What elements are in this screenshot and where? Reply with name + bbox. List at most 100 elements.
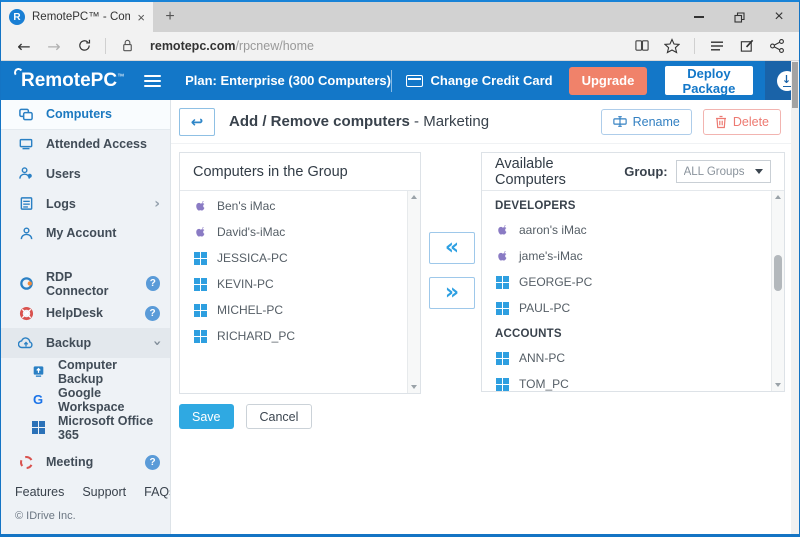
remotepc-logo[interactable]: RemotePC™ <box>15 70 124 92</box>
scroll-down-icon[interactable] <box>411 385 417 389</box>
list-scrollbar[interactable] <box>407 191 420 393</box>
google-workspace-icon <box>29 392 47 407</box>
url-host: remotepc.com <box>150 39 235 53</box>
transfer-buttons <box>429 152 475 394</box>
plan-info: Plan: Enterprise (300 Computers) <box>185 73 391 88</box>
web-note-button[interactable] <box>735 37 759 55</box>
help-icon[interactable] <box>145 455 160 470</box>
browser-window: RemotePC™ - Compute remotepc.com/rpcnew/… <box>0 0 800 537</box>
computer-name: Ben's iMac <box>217 199 275 213</box>
attended-access-icon <box>17 137 35 151</box>
computer-list-item[interactable]: Ben's iMac <box>180 193 407 219</box>
sidebar-item-meeting[interactable]: Meeting <box>1 447 170 477</box>
computer-group-header: ACCOUNTS <box>482 321 771 345</box>
available-computers-panel: Available Computers Group: ALL Groups DE… <box>481 152 785 392</box>
scrollbar-thumb[interactable] <box>774 255 782 291</box>
refresh-button[interactable] <box>71 37 97 55</box>
hub-button[interactable] <box>705 37 729 55</box>
computer-list-item[interactable]: jame's-iMac <box>482 243 771 269</box>
page-scrollbar-thumb[interactable] <box>792 62 798 108</box>
computer-list-item[interactable]: TOM_PC <box>482 371 771 391</box>
change-credit-card-button[interactable]: Change Credit Card <box>406 73 553 88</box>
computer-name: GEORGE-PC <box>519 275 592 289</box>
meeting-icon <box>17 456 35 469</box>
sidebar-item-attended-access[interactable]: Attended Access <box>1 130 170 160</box>
computer-list-item[interactable]: JESSICA-PC <box>180 245 407 271</box>
computer-list-item[interactable]: GEORGE-PC <box>482 269 771 295</box>
move-to-group-button[interactable] <box>429 232 475 264</box>
chevron-down-icon <box>150 340 164 346</box>
browser-back-button[interactable] <box>11 37 37 56</box>
close-button[interactable] <box>759 2 799 32</box>
menu-hamburger-icon[interactable] <box>144 75 161 87</box>
page-scrollbar[interactable] <box>791 61 799 534</box>
help-icon[interactable] <box>146 276 160 291</box>
rename-button[interactable]: Rename <box>601 109 692 135</box>
scroll-up-icon[interactable] <box>411 195 417 199</box>
panel-title: Available Computers <box>495 156 610 188</box>
toolbar-divider <box>694 38 695 54</box>
address-bar[interactable]: remotepc.com/rpcnew/home <box>150 39 314 53</box>
remove-from-group-button[interactable] <box>429 277 475 309</box>
favorites-button[interactable] <box>660 37 684 55</box>
computer-list-item[interactable]: RICHARD_PC <box>180 323 407 349</box>
delete-button[interactable]: Delete <box>703 109 781 135</box>
computer-name: jame's-iMac <box>519 249 583 263</box>
cancel-button[interactable]: Cancel <box>246 404 313 429</box>
sidebar-item-rdp-connector[interactable]: RDP Connector <box>1 269 170 299</box>
sidebar-item-computers[interactable]: Computers <box>1 100 170 130</box>
computer-name: JESSICA-PC <box>217 251 288 265</box>
support-link[interactable]: Support <box>82 485 126 499</box>
computer-list-item[interactable]: ANN-PC <box>482 345 771 371</box>
computer-list-item[interactable]: aaron's iMac <box>482 217 771 243</box>
tab-title: RemotePC™ - Compute <box>32 11 130 23</box>
browser-forward-button[interactable] <box>41 37 67 56</box>
new-tab-button[interactable] <box>153 2 187 32</box>
browser-tab[interactable]: RemotePC™ - Compute <box>1 2 153 32</box>
reading-view-button[interactable] <box>630 37 654 55</box>
rdp-connector-icon <box>17 276 35 291</box>
sidebar-item-google-workspace[interactable]: Google Workspace <box>1 386 170 414</box>
computer-name: PAUL-PC <box>519 301 570 315</box>
windows-icon <box>495 352 509 365</box>
sidebar-item-computer-backup[interactable]: Computer Backup <box>1 358 170 386</box>
features-link[interactable]: Features <box>15 485 64 499</box>
apple-icon <box>193 199 207 213</box>
scroll-up-icon[interactable] <box>775 195 781 199</box>
group-select[interactable]: ALL Groups <box>676 160 771 183</box>
computer-list-item[interactable]: KEVIN-PC <box>180 271 407 297</box>
computer-list-item[interactable]: David's-iMac <box>180 219 407 245</box>
sidebar-item-backup[interactable]: Backup <box>1 328 170 358</box>
sidebar-item-users[interactable]: Users <box>1 159 170 189</box>
restore-button[interactable] <box>719 2 759 32</box>
save-button[interactable]: Save <box>179 404 234 429</box>
group-panel-header: Computers in the Group <box>180 153 420 191</box>
computer-list-item[interactable]: MICHEL-PC <box>180 297 407 323</box>
sidebar: Computers Attended Access Users Logs <box>1 100 171 534</box>
sidebar-item-my-account[interactable]: My Account <box>1 218 170 248</box>
rename-icon <box>613 115 627 128</box>
apple-icon <box>495 249 509 263</box>
minimize-button[interactable] <box>679 2 719 32</box>
computer-list-item[interactable]: PAUL-PC <box>482 295 771 321</box>
trash-icon <box>715 115 727 129</box>
sidebar-item-logs[interactable]: Logs <box>1 189 170 219</box>
deploy-package-button[interactable]: Deploy Package <box>665 66 752 95</box>
panel-title: Computers in the Group <box>193 164 348 180</box>
computer-name: RICHARD_PC <box>217 329 295 343</box>
sidebar-item-microsoft-office-365[interactable]: Microsoft Office 365 <box>1 414 170 442</box>
share-button[interactable] <box>765 37 789 55</box>
toolbar-divider <box>105 38 106 54</box>
scroll-down-icon[interactable] <box>775 383 781 387</box>
tab-close-icon[interactable] <box>137 11 145 24</box>
list-scrollbar[interactable] <box>771 191 784 391</box>
faqs-link[interactable]: FAQs <box>144 485 171 499</box>
back-button[interactable] <box>179 108 215 136</box>
sidebar-item-helpdesk[interactable]: HelpDesk <box>1 299 170 329</box>
upgrade-button[interactable]: Upgrade <box>569 67 648 95</box>
computer-name: TOM_PC <box>519 377 569 391</box>
star-icon <box>664 38 680 54</box>
help-icon[interactable] <box>145 306 160 321</box>
refresh-icon <box>77 38 92 53</box>
windows-icon <box>193 330 207 343</box>
